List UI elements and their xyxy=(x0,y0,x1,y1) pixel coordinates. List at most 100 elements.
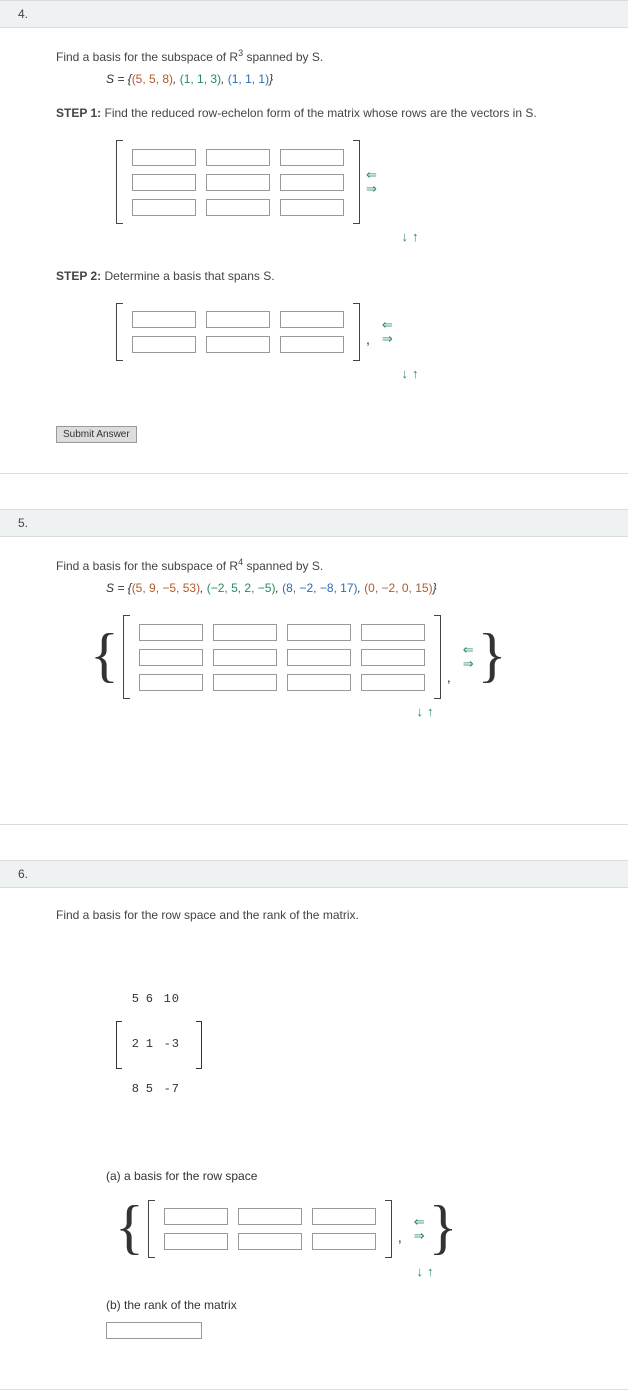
q5-r1c2[interactable] xyxy=(213,624,277,641)
question-number: 5. xyxy=(18,516,28,530)
remove-col-icon: ⇐ xyxy=(366,168,377,182)
q5-r3c4[interactable] xyxy=(361,674,425,691)
right-bracket xyxy=(353,303,360,361)
remove-col-icon: ⇐ xyxy=(414,1215,425,1229)
add-col-icon: ⇒ xyxy=(366,182,377,196)
question-5-body: Find a basis for the subspace of R4 span… xyxy=(0,537,628,825)
b1-r2c1[interactable] xyxy=(132,336,196,353)
remove-col-icon: ⇐ xyxy=(463,643,474,657)
remove-row-icon: ↑ xyxy=(427,704,438,719)
q6-r1c2[interactable] xyxy=(238,1208,302,1225)
q6-r2c2[interactable] xyxy=(238,1233,302,1250)
q6-r2c1[interactable] xyxy=(164,1233,228,1250)
instruction: Find a basis for the subspace of R3 span… xyxy=(56,48,628,64)
q6-inputs xyxy=(155,1201,385,1257)
set-definition: S = {(5, 5, 8), (1, 1, 3), (1, 1, 1)} xyxy=(56,68,628,96)
given-matrix: 5610 21-3 85-7 xyxy=(56,926,628,1165)
q5-r3c2[interactable] xyxy=(213,674,277,691)
q6-r1c1[interactable] xyxy=(164,1208,228,1225)
right-bracket xyxy=(196,1021,202,1069)
part-a-label: (a) a basis for the row space xyxy=(56,1165,628,1189)
row-add-remove[interactable]: ↓↑ xyxy=(56,1259,628,1294)
remove-row-icon: ↑ xyxy=(412,366,423,381)
m1-r3c2[interactable] xyxy=(206,199,270,216)
add-col-icon: ⇒ xyxy=(463,657,474,671)
q6-basis: { , ⇐⇒ } xyxy=(56,1189,628,1259)
b1-r1c1[interactable] xyxy=(132,311,196,328)
add-col-icon: ⇒ xyxy=(414,1229,425,1243)
basis-inputs xyxy=(123,304,353,360)
m1-r2c3[interactable] xyxy=(280,174,344,191)
step-2-label: STEP 2: Determine a basis that spans S. xyxy=(56,269,628,283)
q5-r1c3[interactable] xyxy=(287,624,351,641)
add-row-icon: ↓ xyxy=(417,704,428,719)
rank-input[interactable] xyxy=(106,1322,202,1339)
comma: , xyxy=(392,1229,408,1245)
left-brace: { xyxy=(86,625,123,685)
m1-r2c1[interactable] xyxy=(132,174,196,191)
b1-r2c2[interactable] xyxy=(206,336,270,353)
question-number-bar: 6. xyxy=(0,860,628,888)
instruction: Find a basis for the subspace of R4 span… xyxy=(56,557,628,573)
submit-button[interactable]: Submit Answer xyxy=(56,426,137,443)
instruction: Find a basis for the row space and the r… xyxy=(56,908,628,922)
question-number-bar: 5. xyxy=(0,509,628,537)
left-bracket xyxy=(148,1200,155,1258)
add-row-icon: ↓ xyxy=(402,366,413,381)
q5-r1c1[interactable] xyxy=(139,624,203,641)
q5-r2c1[interactable] xyxy=(139,649,203,666)
q6-r1c3[interactable] xyxy=(312,1208,376,1225)
left-bracket xyxy=(116,140,123,224)
left-bracket xyxy=(116,303,123,361)
add-col-icon: ⇒ xyxy=(382,332,393,346)
row-add-remove[interactable]: ↓↑ xyxy=(56,361,628,396)
b1-r1c3[interactable] xyxy=(280,311,344,328)
q5-r2c4[interactable] xyxy=(361,649,425,666)
remove-col-icon: ⇐ xyxy=(382,318,393,332)
question-number: 6. xyxy=(18,867,28,881)
question-4-body: Find a basis for the subspace of R3 span… xyxy=(0,28,628,474)
m1-r3c1[interactable] xyxy=(132,199,196,216)
left-brace: { xyxy=(111,1197,148,1257)
q5-r2c2[interactable] xyxy=(213,649,277,666)
q5-r3c3[interactable] xyxy=(287,674,351,691)
q5-r1c4[interactable] xyxy=(361,624,425,641)
right-brace: } xyxy=(474,625,511,685)
right-bracket xyxy=(385,1200,392,1258)
col-add-remove[interactable]: ⇐⇒ xyxy=(463,643,474,671)
set-definition: S = {(5, 9, −5, 53), (−2, 5, 2, −5), (8,… xyxy=(56,577,628,605)
m1-r1c3[interactable] xyxy=(280,149,344,166)
col-add-remove[interactable]: ⇐⇒ xyxy=(366,168,377,196)
col-add-remove[interactable]: ⇐⇒ xyxy=(382,318,393,346)
right-bracket xyxy=(434,615,441,699)
q5-r2c3[interactable] xyxy=(287,649,351,666)
left-bracket xyxy=(123,615,130,699)
step2-set: , ⇐⇒ xyxy=(56,293,628,361)
row-add-remove[interactable]: ↓↑ xyxy=(56,699,628,734)
m1-r2c2[interactable] xyxy=(206,174,270,191)
b1-r2c3[interactable] xyxy=(280,336,344,353)
q5-inputs xyxy=(130,617,434,698)
m1-r1c2[interactable] xyxy=(206,149,270,166)
b1-r1c2[interactable] xyxy=(206,311,270,328)
right-brace: } xyxy=(425,1197,462,1257)
comma: , xyxy=(441,669,457,685)
remove-row-icon: ↑ xyxy=(427,1264,438,1279)
q5-r3c1[interactable] xyxy=(139,674,203,691)
matrix-inputs xyxy=(123,142,353,223)
step-1-label: STEP 1: Find the reduced row-echelon for… xyxy=(56,106,628,120)
step1-matrix: ⇐⇒ xyxy=(56,130,628,224)
q6-r2c3[interactable] xyxy=(312,1233,376,1250)
m1-r3c3[interactable] xyxy=(280,199,344,216)
row-add-remove[interactable]: ↓↑ xyxy=(56,224,628,259)
part-b-label: (b) the rank of the matrix xyxy=(56,1294,628,1318)
question-number: 4. xyxy=(18,7,28,21)
q5-set: { , ⇐⇒ } xyxy=(56,605,628,699)
add-row-icon: ↓ xyxy=(402,229,413,244)
question-number-bar: 4. xyxy=(0,0,628,28)
question-6-body: Find a basis for the row space and the r… xyxy=(0,888,628,1390)
comma: , xyxy=(360,331,376,347)
m1-r1c1[interactable] xyxy=(132,149,196,166)
remove-row-icon: ↑ xyxy=(412,229,423,244)
col-add-remove[interactable]: ⇐⇒ xyxy=(414,1215,425,1243)
